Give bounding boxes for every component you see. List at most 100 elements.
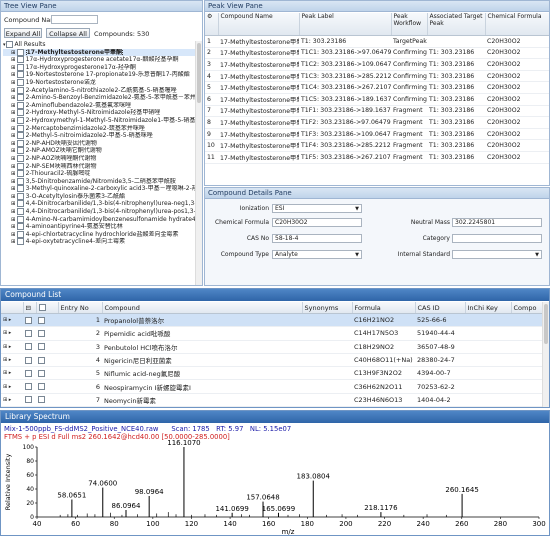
tree-item[interactable]: ⊞ 19-Nortestosterone诺龙 [3,78,195,87]
pin-cell[interactable] [23,340,36,354]
checkbox[interactable] [16,78,24,86]
tree-item[interactable]: ⊞ 19-Nortestosterone 17-propionate19-乐意普酮… [3,71,195,79]
cas-field[interactable]: 58-18-4 [272,234,362,243]
pin-cell[interactable] [23,313,36,328]
checkbox[interactable] [16,48,24,56]
checkbox[interactable] [16,86,24,94]
select-cell[interactable] [36,353,58,368]
checkbox[interactable] [16,147,24,155]
tree-item[interactable]: ⊞ 3-O-Acetyltylosin泰乐菌素3-乙酰酯 [3,192,195,201]
ionization-select[interactable]: ESI ▼ [272,204,362,213]
expand-icon[interactable]: ⊞ [11,95,16,101]
tree-item[interactable]: ⊞ 2-NP-AHD呋喃妥因代谢物 [3,139,195,148]
tree-item[interactable]: ⊞ 2-NP-AMOZ呋喃它酮代谢物 [3,147,195,155]
checkbox[interactable] [16,170,24,178]
expand-icon[interactable]: ⊞ [11,57,16,63]
peak-column-header[interactable]: Peak Label [299,13,392,36]
expand-icon[interactable]: ⊞ [11,103,16,109]
expand-icon[interactable]: ⊞ [11,232,16,238]
expand-icon[interactable]: ⊞ [11,148,16,154]
checkbox[interactable] [25,356,32,364]
collapse-all-button[interactable]: Collapse All [46,28,90,38]
tree-item[interactable]: ⊞ 4-Amino-N-carbamimidoylbenzenesulfonami… [3,215,195,224]
compound-column-header[interactable]: Entry No [58,302,103,314]
checkbox[interactable] [25,329,32,337]
neutral-mass-field[interactable]: 302.2245801 [452,218,542,227]
table-row[interactable]: ⊞ ▸ 7 Neomycin新霉素 C23H46N6O13 1404-04-2 [1,393,549,407]
expand-icon[interactable]: ⊞ [11,65,16,71]
expand-icon[interactable]: ⊞ [11,72,16,78]
formula-field[interactable]: C20H30O2 [272,218,362,227]
checkbox[interactable] [25,369,32,377]
table-row[interactable]: 917-Methyltestosterone甲睾酮T1F3: 303.23186… [205,128,549,141]
table-row[interactable]: ⊞ ▸ 6 Neospiramycin I新螺旋霉素I C36H62N2O11 7025… [1,379,549,394]
checkbox[interactable] [25,383,32,391]
table-row[interactable]: 117-Methyltestosterone甲睾酮T1: 303.23186Ta… [205,35,549,48]
checkbox[interactable] [25,396,32,404]
checkbox[interactable] [16,154,24,162]
tree-item[interactable]: ⊞ 2-Thiouracil2-硫脲嘧啶 [3,170,195,178]
select-cell[interactable] [36,340,58,354]
checkbox[interactable] [16,63,24,71]
checkbox[interactable] [38,383,45,391]
pin-cell[interactable] [23,379,36,394]
checkbox[interactable] [16,139,24,147]
table-row[interactable]: 317-Methyltestosterone甲睾酮T1C2: 303.23186… [205,58,549,71]
checkbox[interactable] [16,71,24,79]
expand-icon[interactable]: ⊞ [11,186,16,192]
checkbox[interactable] [16,109,24,117]
table-row[interactable]: 617-Methyltestosterone甲睾酮T1C5: 303.23186… [205,93,549,106]
expand-icon[interactable]: ⊞ [11,179,16,185]
expand-icon[interactable]: ⊞ ▸ [1,313,23,328]
checkbox[interactable] [25,316,32,324]
tree-item[interactable]: ⊞ 2-Acetylamino-5-nitrothiazole2-乙酰氨基-5-硝… [3,86,195,95]
peak-column-header[interactable]: Peak Workflow [391,13,428,36]
checkbox[interactable] [38,356,45,364]
checkbox[interactable] [16,94,24,102]
tree-item[interactable]: ⊞ 3,5-Dinitrobenzamide/Nitromide3,5-二硝基苯甲… [3,177,195,186]
pin-cell[interactable] [23,326,36,341]
tree-item[interactable]: ⊞ 17-Methyltestosterone甲睾酮 [3,48,195,57]
tree-item[interactable]: ⊞ 2-Hydroxymethyl-1-Methyl-5-Nitroimidazo… [3,116,195,125]
compound-list-scrollbar[interactable] [542,302,549,407]
checkbox[interactable] [16,162,24,170]
gear-icon[interactable]: ⚙ [207,13,212,20]
table-row[interactable]: 1117-Methyltestosterone甲睾酮T1F5: 303.2318… [205,151,549,164]
select-column-header[interactable] [1,302,24,314]
tree-item[interactable]: ⊞ 4-epi-oxytetracycline4-差向土霉素 [3,238,195,246]
select-cell[interactable] [36,393,58,407]
expand-icon[interactable]: ⊞ [11,217,16,223]
select-column-header[interactable] [36,302,59,314]
checkbox[interactable] [5,41,13,48]
checkbox[interactable] [25,343,32,351]
checkbox[interactable] [16,124,24,132]
compound-type-select[interactable]: Analyte ▼ [272,250,362,259]
checkbox[interactable] [16,230,24,238]
checkbox[interactable] [38,396,45,404]
checkbox[interactable] [16,192,24,200]
select-cell[interactable] [36,326,58,341]
peak-column-header[interactable]: Chemical Formula [485,13,549,36]
compound-column-header[interactable]: Formula [352,302,416,314]
compound-column-header[interactable]: Compound [102,302,303,314]
checkbox[interactable] [16,132,24,140]
tree-item[interactable]: ⊞ 2-NP-AOZ呋喃唑酮代谢物 [3,154,195,163]
checkbox[interactable] [38,369,45,377]
select-cell[interactable] [36,366,58,381]
pin-column-header[interactable]: ⊟ [23,302,37,314]
table-row[interactable]: 1017-Methyltestosterone甲睾酮T1F4: 303.2318… [205,139,549,152]
table-row[interactable]: ⊞ ▸ 4 Nigericin尼日利亚菌素 C40H68O11(+Na) 28380-2… [1,353,549,368]
checkbox[interactable] [38,343,45,351]
expand-icon[interactable]: ⊞ [11,164,16,170]
compound-name-input[interactable] [51,15,98,24]
checkbox[interactable] [16,200,24,208]
tree-item[interactable]: ⊞ 2-Mercaptobenzimidazole2-巯基苯并咪唑 [3,124,195,133]
peak-column-header[interactable]: Compound Name [218,13,300,36]
checkbox[interactable] [16,101,24,109]
expand-icon[interactable]: ⊞ [11,201,16,207]
table-row[interactable]: 517-Methyltestosterone甲睾酮T1C4: 303.23186… [205,81,549,94]
tree-item[interactable]: ⊞ 4-aminoantipyrine4-氨基安替比林 [3,223,195,231]
table-row[interactable]: ⊞ ▸ 5 Niflumic acid-neg氟尼酸 C13H9F3N2O2 4394-… [1,366,549,381]
peak-column-header[interactable]: Associated Target Peak [427,13,486,36]
expand-icon[interactable]: ⊞ [11,239,16,245]
